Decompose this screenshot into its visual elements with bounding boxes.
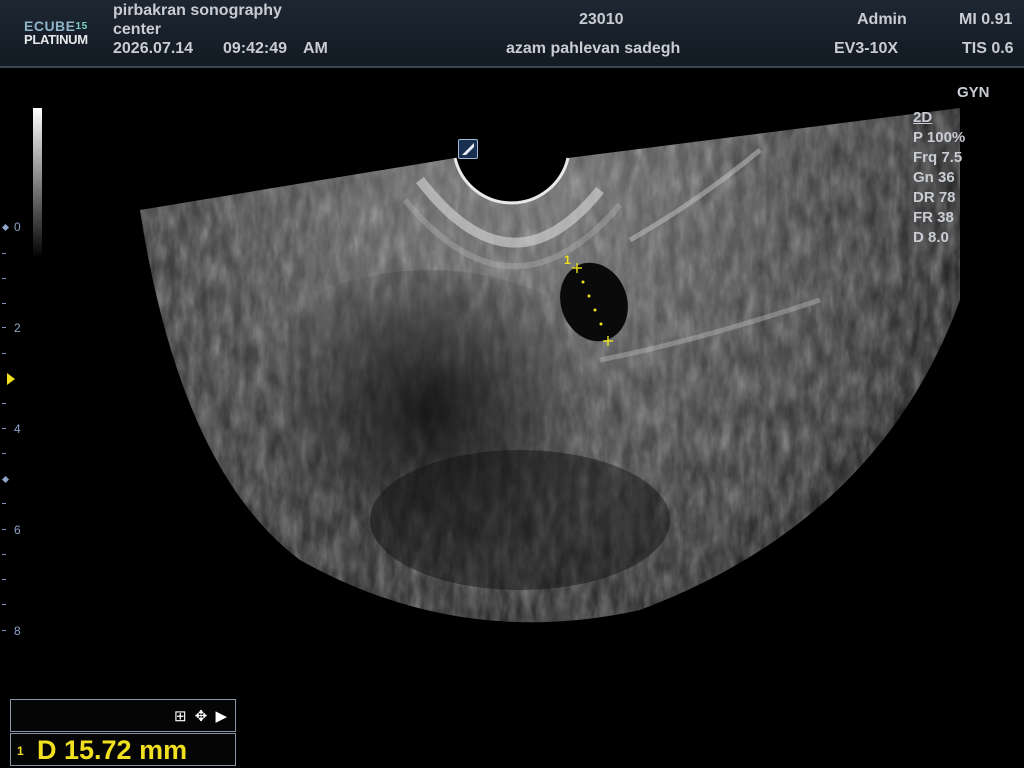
preset-label: GYN — [957, 84, 990, 101]
move-icon[interactable]: ✥ — [195, 708, 210, 725]
brand-logo: ECUBE15 PLATINUM — [24, 18, 88, 47]
depth-label-0: 0 — [14, 220, 21, 234]
patient-name: azam pahlevan sadegh — [506, 40, 681, 57]
depth-label-2: 2 — [14, 321, 21, 335]
imaging-parameters: 2D P 100% Frq 7.5 Gn 36 DR 78 FR 38 D 8.… — [913, 108, 965, 248]
frequency-value: Frq 7.5 — [913, 149, 963, 166]
exam-time: 09:42:49 — [223, 40, 288, 57]
header-bar: ECUBE15 PLATINUM pirbakran sonography ce… — [0, 0, 1024, 68]
probe-name: EV3-10X — [834, 40, 899, 57]
grid-icon[interactable]: ⊞ — [174, 708, 189, 725]
orientation-marker-icon — [458, 139, 478, 159]
dynamic-range-value: DR 78 — [913, 189, 956, 206]
depth-value: D 8.0 — [913, 229, 949, 246]
depth-label-6: 6 — [14, 523, 21, 537]
patient-id: 23010 — [579, 11, 624, 28]
frame-rate-value: FR 38 — [913, 209, 954, 226]
mechanical-index: MI 0.91 — [959, 11, 1013, 28]
operator-name: Admin — [857, 11, 907, 28]
thermal-index: TIS 0.6 — [962, 40, 1014, 57]
measurement-value: D 15.72 mm — [37, 735, 188, 765]
measurement-index: 1 — [17, 744, 24, 758]
institution-name-cont: center — [113, 21, 162, 38]
time-ampm: AM — [303, 40, 328, 57]
depth-label-8: 8 — [14, 624, 21, 638]
gain-value: Gn 36 — [913, 169, 955, 186]
grayscale-bar — [33, 108, 42, 258]
focus-marker-icon[interactable] — [7, 373, 15, 385]
mode-label: 2D — [913, 109, 933, 126]
measurement-toolbar: ⊞ ✥ ▶ — [10, 699, 236, 732]
ultrasound-image: 1 — [140, 108, 960, 623]
play-icon[interactable]: ▶ — [215, 708, 229, 725]
institution-name: pirbakran sonography — [113, 2, 282, 19]
power-value: P 100% — [913, 129, 966, 146]
measurement-result: 1 D 15.72 mm — [10, 733, 236, 766]
exam-date: 2026.07.14 — [113, 40, 194, 57]
depth-label-4: 4 — [14, 422, 21, 436]
caliper-label: 1 — [564, 253, 571, 267]
